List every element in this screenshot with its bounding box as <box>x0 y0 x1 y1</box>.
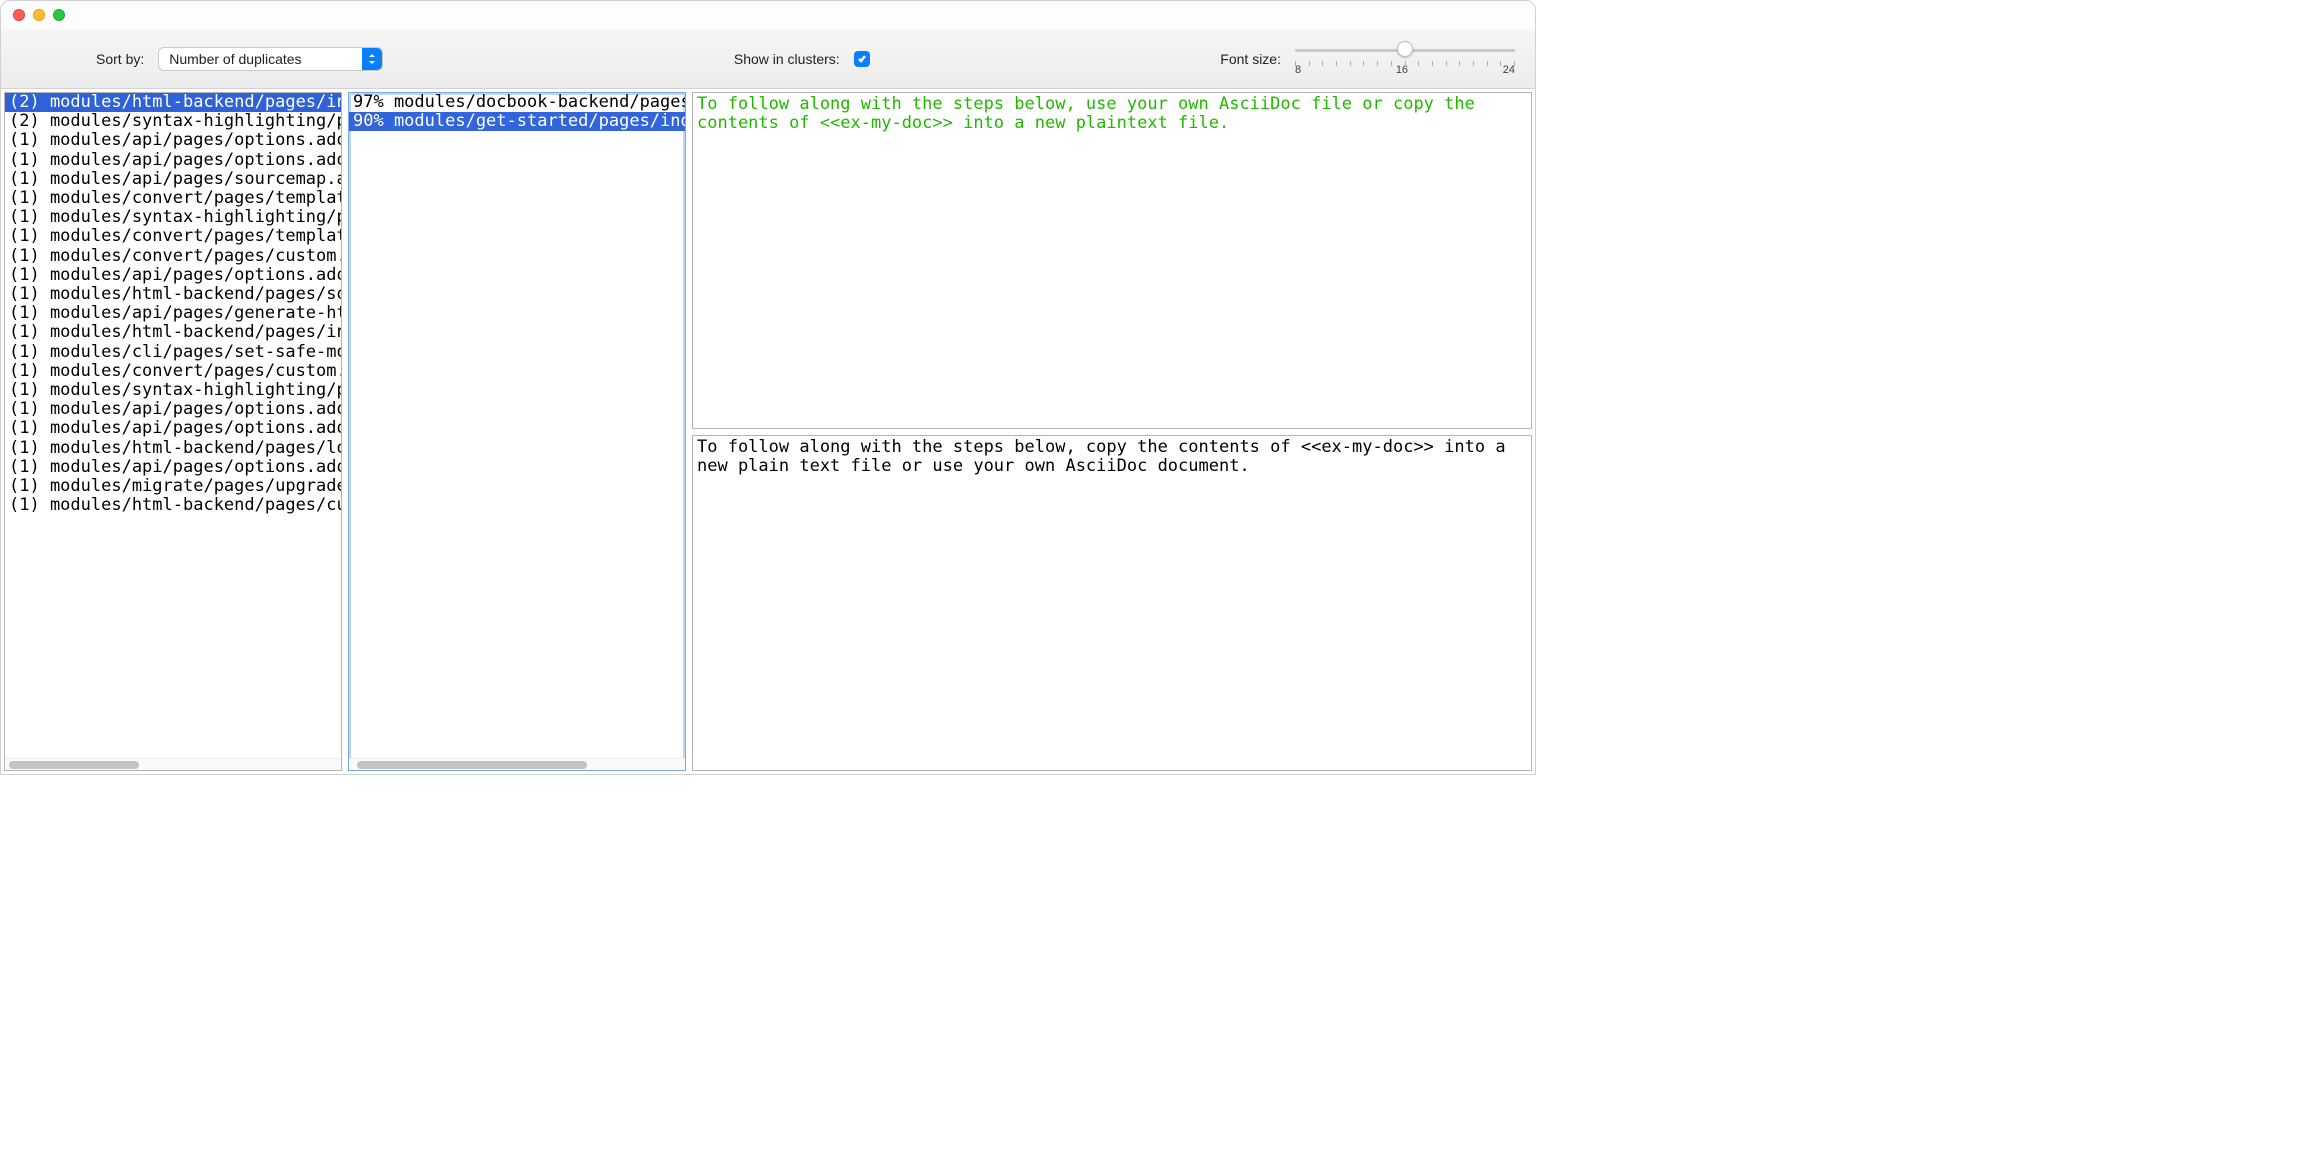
scroll-thumb[interactable] <box>357 761 587 769</box>
content-area: (2) modules/html-backend/pages/index.(2)… <box>1 89 1535 774</box>
list-item[interactable]: (1) modules/html-backend/pages/custom <box>5 496 341 515</box>
list-item[interactable]: (1) modules/api/pages/options.adoc#60 <box>5 151 341 170</box>
match-text: To follow along with the steps below, co… <box>697 438 1527 476</box>
list-item[interactable]: (1) modules/syntax-highlighting/pages <box>5 208 341 227</box>
font-group: Font size: 8 16 24 <box>1220 41 1515 76</box>
source-text: To follow along with the steps below, us… <box>697 95 1527 133</box>
list-item[interactable]: (1) modules/convert/pages/templates.a <box>5 189 341 208</box>
list-item[interactable]: (1) modules/convert/pages/custom.adoc <box>5 362 341 381</box>
list-item[interactable]: (2) modules/html-backend/pages/index. <box>5 93 341 112</box>
list-item[interactable]: (1) modules/api/pages/options.adoc#45 <box>5 266 341 285</box>
sort-label: Sort by: <box>96 51 144 67</box>
matches-list[interactable]: 97% modules/docbook-backend/pages/ind90%… <box>349 93 685 758</box>
scrollbar-horizontal[interactable] <box>349 758 685 770</box>
minimize-icon[interactable] <box>33 9 45 21</box>
titlebar[interactable] <box>1 1 1535 29</box>
clusters-checkbox[interactable] <box>854 51 870 67</box>
list-item[interactable]: (1) modules/convert/pages/templates.a <box>5 227 341 246</box>
preview-bottom[interactable]: To follow along with the steps below, co… <box>692 435 1532 772</box>
list-item[interactable]: (2) modules/syntax-highlighting/pages <box>5 112 341 131</box>
list-item[interactable]: (1) modules/api/pages/generate-html-t <box>5 304 341 323</box>
sort-group: Sort by: Number of duplicates <box>96 47 383 71</box>
scrollbar-horizontal[interactable] <box>5 758 341 770</box>
list-item[interactable]: (1) modules/syntax-highlighting/pages <box>5 381 341 400</box>
toolbar: Sort by: Number of duplicates Show in cl… <box>1 29 1535 89</box>
list-item[interactable]: (1) modules/api/pages/options.adoc#96 <box>5 419 341 438</box>
list-item[interactable]: 97% modules/docbook-backend/pages/ind <box>349 93 685 112</box>
font-size-slider[interactable] <box>1295 41 1515 59</box>
files-list[interactable]: (2) modules/html-backend/pages/index.(2)… <box>5 93 341 758</box>
app-window: Sort by: Number of duplicates Show in cl… <box>0 0 1536 775</box>
list-item[interactable]: (1) modules/html-backend/pages/index. <box>5 323 341 342</box>
preview-pane: To follow along with the steps below, us… <box>692 92 1532 771</box>
list-item[interactable]: (1) modules/api/pages/options.adoc#61 <box>5 131 341 150</box>
list-item[interactable]: 90% modules/get-started/pages/index.a <box>349 112 685 131</box>
list-item[interactable]: (1) modules/migrate/pages/upgrade.ado <box>5 477 341 496</box>
list-item[interactable]: (1) modules/html-backend/pages/local- <box>5 439 341 458</box>
font-size-label: Font size: <box>1220 51 1281 67</box>
list-item[interactable]: (1) modules/api/pages/options.adoc#12 <box>5 400 341 419</box>
sort-select-value[interactable]: Number of duplicates <box>158 47 383 71</box>
matches-pane[interactable]: 97% modules/docbook-backend/pages/ind90%… <box>348 92 686 771</box>
close-icon[interactable] <box>13 9 25 21</box>
preview-top[interactable]: To follow along with the steps below, us… <box>692 92 1532 429</box>
list-item[interactable]: (1) modules/html-backend/pages/source <box>5 285 341 304</box>
maximize-icon[interactable] <box>53 9 65 21</box>
list-item[interactable]: (1) modules/api/pages/options.adoc#55 <box>5 458 341 477</box>
list-item[interactable]: (1) modules/api/pages/sourcemap.adoc# <box>5 170 341 189</box>
sort-select[interactable]: Number of duplicates <box>158 47 383 71</box>
list-item[interactable]: (1) modules/convert/pages/custom.adoc <box>5 247 341 266</box>
scroll-thumb[interactable] <box>9 761 139 769</box>
files-pane[interactable]: (2) modules/html-backend/pages/index.(2)… <box>4 92 342 771</box>
clusters-label: Show in clusters: <box>734 51 840 67</box>
clusters-group: Show in clusters: <box>734 51 870 67</box>
slider-ticks <box>1295 61 1515 66</box>
list-item[interactable]: (1) modules/cli/pages/set-safe-mode.a <box>5 343 341 362</box>
